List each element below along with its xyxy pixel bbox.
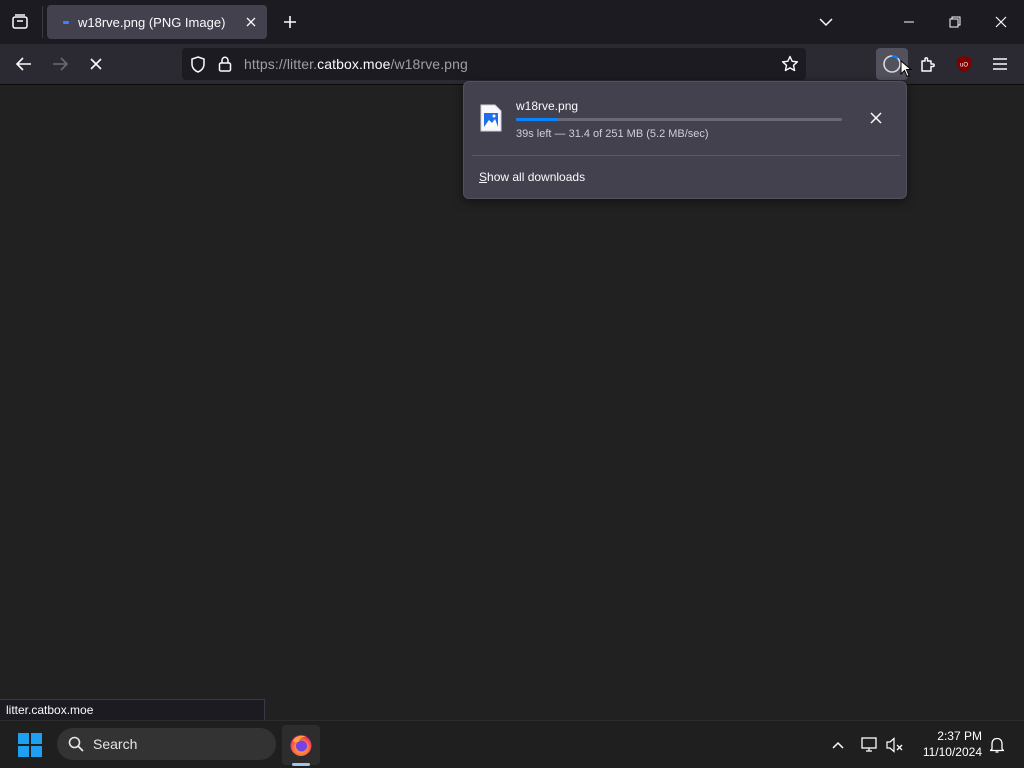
bell-icon xyxy=(989,737,1005,753)
search-label: Search xyxy=(93,736,138,752)
mouse-cursor-icon xyxy=(900,60,912,78)
bookmark-star-button[interactable] xyxy=(780,54,800,74)
url-prefix: https://litter. xyxy=(244,56,318,72)
notifications-button[interactable] xyxy=(986,733,1008,757)
tab-list-icon xyxy=(12,14,28,29)
bookmark-star-icon xyxy=(781,55,799,72)
clock-time: 2:37 PM xyxy=(937,729,982,743)
back-button[interactable] xyxy=(8,48,40,80)
divider xyxy=(472,155,900,156)
list-all-tabs-button[interactable] xyxy=(812,8,840,36)
tab-close-button[interactable] xyxy=(242,13,260,31)
minimize-button[interactable] xyxy=(886,0,932,44)
url-path: /w18rve.png xyxy=(390,56,468,72)
url-domain: catbox.moe xyxy=(317,56,391,72)
download-progress-bar xyxy=(516,118,842,121)
navigation-toolbar: https://litter.catbox.moe/w18rve.png uO xyxy=(0,44,1024,85)
close-icon xyxy=(995,16,1007,28)
download-file-name: w18rve.png xyxy=(516,99,579,113)
url-text: https://litter.catbox.moe/w18rve.png xyxy=(244,56,468,72)
show-all-downloads-label: how all downloads xyxy=(487,170,586,184)
extensions-puzzle-icon xyxy=(921,57,935,72)
downloads-button[interactable] xyxy=(876,48,912,80)
new-tab-button[interactable] xyxy=(276,8,304,36)
restore-button[interactable] xyxy=(932,0,978,44)
close-icon xyxy=(246,17,256,27)
chevron-down-icon xyxy=(819,18,833,27)
volume-muted-icon xyxy=(886,737,903,753)
ublock-origin-icon: uO xyxy=(957,56,971,72)
image-file-icon xyxy=(480,104,502,132)
firefox-icon xyxy=(290,735,312,756)
back-arrow-icon xyxy=(16,57,31,71)
downloads-progress-icon xyxy=(883,55,901,73)
clock[interactable]: 2:37 PM 11/10/2024 xyxy=(912,728,982,760)
extensions-button[interactable] xyxy=(912,48,944,80)
restore-icon xyxy=(949,16,961,28)
start-button[interactable] xyxy=(18,733,42,757)
taskbar-search[interactable]: Search xyxy=(57,728,276,760)
lock-icon[interactable] xyxy=(218,56,232,72)
close-icon xyxy=(870,112,882,124)
windows-logo-icon xyxy=(31,733,42,744)
download-progress-fill xyxy=(516,118,557,121)
app-menu-button[interactable] xyxy=(984,48,1016,80)
network-button[interactable] xyxy=(859,733,881,757)
stop-button[interactable] xyxy=(80,48,112,80)
forward-button[interactable] xyxy=(44,48,76,80)
volume-button[interactable] xyxy=(884,733,906,757)
windows-logo-icon xyxy=(18,733,29,744)
tab-strip: w18rve.png (PNG Image) xyxy=(0,0,1024,44)
ublock-origin-button[interactable]: uO xyxy=(948,48,980,80)
access-key: S xyxy=(479,170,488,184)
show-hidden-icons-button[interactable] xyxy=(827,733,849,757)
running-indicator xyxy=(292,763,310,766)
cancel-download-button[interactable] xyxy=(862,104,890,132)
clock-date: 11/10/2024 xyxy=(922,745,982,759)
stop-icon xyxy=(90,58,102,70)
forward-arrow-icon xyxy=(53,57,68,71)
plus-icon xyxy=(284,16,296,28)
tab-divider xyxy=(42,6,43,38)
minimize-icon xyxy=(904,21,914,23)
download-item[interactable]: w18rve.png 39s left — 31.4 of 251 MB (5.… xyxy=(472,90,900,148)
tab-title: w18rve.png (PNG Image) xyxy=(78,15,226,30)
window-close-button[interactable] xyxy=(978,0,1024,44)
taskbar-firefox[interactable] xyxy=(282,725,320,765)
tab-favicon-icon xyxy=(63,21,69,24)
address-bar[interactable]: https://litter.catbox.moe/w18rve.png xyxy=(182,48,806,80)
taskbar: Search 2:37 PM 11/10/2024 xyxy=(0,720,1024,768)
show-all-downloads-button[interactable]: Show all downloads xyxy=(479,170,585,184)
svg-text:uO: uO xyxy=(960,63,968,69)
tab-list-button[interactable] xyxy=(0,0,40,44)
windows-logo-icon xyxy=(31,746,42,757)
search-icon xyxy=(68,736,84,752)
status-bar: litter.catbox.moe xyxy=(0,699,265,720)
windows-logo-icon xyxy=(18,746,29,757)
downloads-panel: w18rve.png 39s left — 31.4 of 251 MB (5.… xyxy=(463,81,907,199)
chevron-up-icon xyxy=(832,741,844,749)
download-status: 39s left — 31.4 of 251 MB (5.2 MB/sec) xyxy=(516,128,709,140)
network-icon xyxy=(861,737,877,752)
hamburger-menu-icon xyxy=(993,58,1007,70)
tab-active[interactable]: w18rve.png (PNG Image) xyxy=(47,5,267,39)
tracking-protection-shield-icon[interactable] xyxy=(190,56,206,73)
